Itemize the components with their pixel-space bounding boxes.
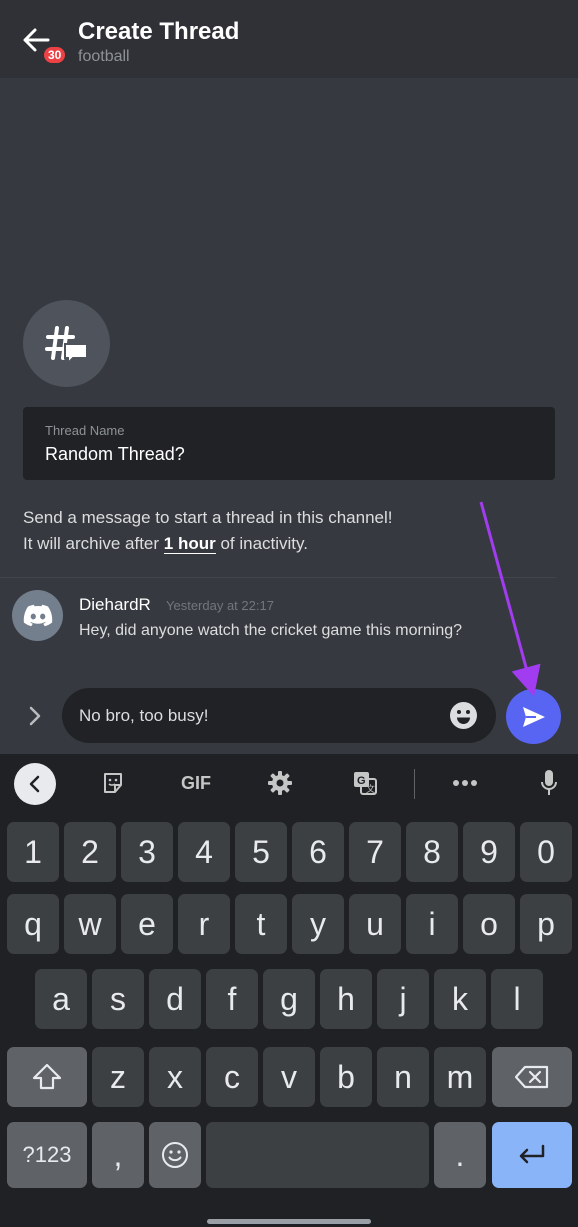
gif-button[interactable]: GIF <box>174 766 218 800</box>
key-h[interactable]: h <box>320 969 372 1029</box>
enter-key[interactable] <box>492 1122 572 1188</box>
key-y[interactable]: y <box>292 894 344 954</box>
key-x[interactable]: x <box>149 1047 201 1107</box>
key-b[interactable]: b <box>320 1047 372 1107</box>
voice-input-button[interactable] <box>532 766 566 800</box>
key-o[interactable]: o <box>463 894 515 954</box>
backspace-icon <box>515 1065 549 1089</box>
key-9[interactable]: 9 <box>463 822 515 882</box>
comma-key[interactable]: , <box>92 1122 144 1188</box>
svg-text:文: 文 <box>366 783 375 794</box>
key-1[interactable]: 1 <box>7 822 59 882</box>
key-u[interactable]: u <box>349 894 401 954</box>
info-suffix: of inactivity. <box>215 534 308 553</box>
smiley-icon <box>450 702 477 729</box>
channel-name: football <box>78 48 130 65</box>
key-e[interactable]: e <box>121 894 173 954</box>
key-k[interactable]: k <box>434 969 486 1029</box>
key-m[interactable]: m <box>434 1047 486 1107</box>
home-indicator[interactable] <box>207 1219 371 1224</box>
key-f[interactable]: f <box>206 969 258 1029</box>
unread-badge: 30 <box>42 45 68 65</box>
key-p[interactable]: p <box>520 894 572 954</box>
key-l[interactable]: l <box>491 969 543 1029</box>
key-5[interactable]: 5 <box>235 822 287 882</box>
archive-duration-link[interactable]: 1 hour <box>163 534 216 554</box>
sticker-icon <box>104 773 122 793</box>
more-icon <box>453 780 477 786</box>
info-line-2: It will archive after 1 hour of inactivi… <box>23 531 563 557</box>
symbols-key[interactable]: ?123 <box>7 1122 87 1188</box>
message-input[interactable] <box>79 706 439 726</box>
svg-text:G: G <box>357 775 366 787</box>
key-q[interactable]: q <box>7 894 59 954</box>
key-r[interactable]: r <box>178 894 230 954</box>
key-3[interactable]: 3 <box>121 822 173 882</box>
key-a[interactable]: a <box>35 969 87 1029</box>
chevron-left-icon <box>29 775 40 793</box>
key-t[interactable]: t <box>235 894 287 954</box>
key-j[interactable]: j <box>377 969 429 1029</box>
thread-name-value[interactable]: Random Thread? <box>45 444 185 465</box>
discord-logo-icon <box>23 604 52 626</box>
enter-icon <box>519 1144 545 1164</box>
key-d[interactable]: d <box>149 969 201 1029</box>
key-4[interactable]: 4 <box>178 822 230 882</box>
avatar[interactable] <box>12 590 63 641</box>
thread-info-text: Send a message to start a thread in this… <box>23 505 563 557</box>
key-c[interactable]: c <box>206 1047 258 1107</box>
key-7[interactable]: 7 <box>349 822 401 882</box>
message-input-box[interactable] <box>62 688 496 743</box>
header-bar: 30 Create Thread football <box>0 0 578 78</box>
toolbar-separator <box>414 769 415 799</box>
key-6[interactable]: 6 <box>292 822 344 882</box>
key-g[interactable]: g <box>263 969 315 1029</box>
translate-icon: G 文 <box>354 772 377 795</box>
message-text: Hey, did anyone watch the cricket game t… <box>79 622 463 639</box>
key-8[interactable]: 8 <box>406 822 458 882</box>
key-v[interactable]: v <box>263 1047 315 1107</box>
emoji-button[interactable] <box>449 701 478 730</box>
send-button[interactable] <box>506 689 561 744</box>
expand-actions-button[interactable] <box>22 703 48 729</box>
period-key[interactable]: . <box>434 1122 486 1188</box>
divider <box>0 577 556 578</box>
emoji-key[interactable] <box>149 1122 201 1188</box>
backspace-key[interactable] <box>492 1047 572 1107</box>
translate-button[interactable]: G 文 <box>348 766 382 800</box>
thread-name-field[interactable]: Thread Name Random Thread? <box>23 407 555 480</box>
send-icon <box>522 706 545 727</box>
message-author[interactable]: DiehardR <box>79 595 151 615</box>
info-prefix: It will archive after <box>23 534 164 553</box>
key-w[interactable]: w <box>64 894 116 954</box>
key-n[interactable]: n <box>377 1047 429 1107</box>
thread-name-label: Thread Name <box>45 423 125 438</box>
keyboard: GIF G 文 1 2 3 4 5 6 7 8 9 0 q w e r t y … <box>0 754 578 1227</box>
message-timestamp: Yesterday at 22:17 <box>166 598 274 613</box>
space-key[interactable] <box>206 1122 429 1188</box>
more-button[interactable] <box>448 766 482 800</box>
thread-icon <box>23 300 110 387</box>
key-i[interactable]: i <box>406 894 458 954</box>
shift-key[interactable] <box>7 1047 87 1107</box>
smiley-icon <box>162 1142 188 1168</box>
keyboard-collapse-button[interactable] <box>14 763 56 805</box>
page-title: Create Thread <box>78 18 240 45</box>
sticker-button[interactable] <box>96 766 130 800</box>
chevron-right-icon <box>29 706 41 726</box>
gear-icon <box>268 771 292 795</box>
key-2[interactable]: 2 <box>64 822 116 882</box>
key-s[interactable]: s <box>92 969 144 1029</box>
keyboard-settings-button[interactable] <box>263 766 297 800</box>
info-line-1: Send a message to start a thread in this… <box>23 508 393 527</box>
key-0[interactable]: 0 <box>520 822 572 882</box>
key-z[interactable]: z <box>92 1047 144 1107</box>
shift-icon <box>32 1063 62 1090</box>
mic-icon <box>541 770 557 795</box>
